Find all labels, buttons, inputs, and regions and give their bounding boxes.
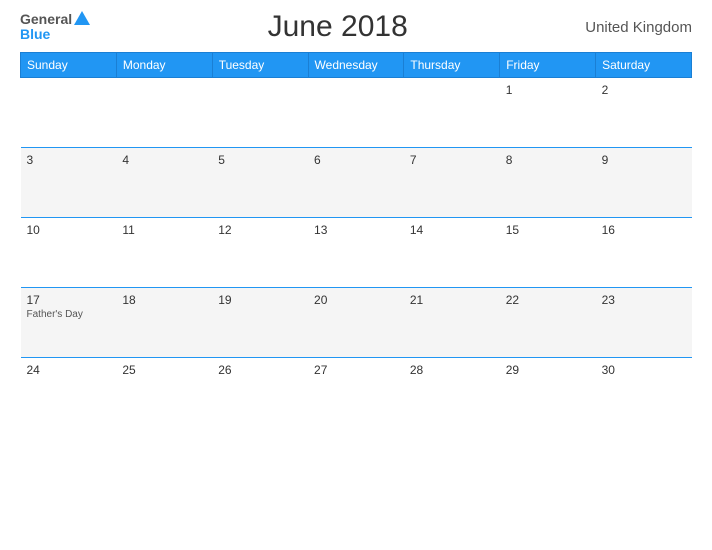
day-number: 14 (410, 223, 494, 237)
day-number: 29 (506, 363, 590, 377)
day-of-week-header: Saturday (596, 53, 692, 78)
day-of-week-header: Thursday (404, 53, 500, 78)
calendar-cell: 18 (116, 288, 212, 358)
calendar-cell: 17 Father's Day (21, 288, 117, 358)
day-number: 12 (218, 223, 302, 237)
calendar-cell: 6 (308, 148, 404, 218)
day-number: 27 (314, 363, 398, 377)
day-number: 18 (122, 293, 206, 307)
calendar-cell (212, 78, 308, 148)
day-number: 24 (27, 363, 111, 377)
calendar-table: SundayMondayTuesdayWednesdayThursdayFrid… (20, 52, 692, 428)
calendar-week-row: 24 25 26 27 28 29 30 (21, 358, 692, 428)
calendar-cell (116, 78, 212, 148)
calendar-cell: 12 (212, 218, 308, 288)
day-number: 15 (506, 223, 590, 237)
day-of-week-header: Wednesday (308, 53, 404, 78)
day-number: 28 (410, 363, 494, 377)
calendar-week-row: 17 Father's Day 18 19 20 21 22 23 (21, 288, 692, 358)
country-label: United Kingdom (585, 19, 692, 36)
calendar-cell: 22 (500, 288, 596, 358)
day-of-week-header: Tuesday (212, 53, 308, 78)
calendar-week-row: 3456789 (21, 148, 692, 218)
calendar-week-row: 10 11 12 13 14 15 16 (21, 218, 692, 288)
calendar-cell: 19 (212, 288, 308, 358)
calendar-header-row: SundayMondayTuesdayWednesdayThursdayFrid… (21, 53, 692, 78)
logo: General Blue (20, 11, 90, 42)
calendar-cell: 13 (308, 218, 404, 288)
day-number: 13 (314, 223, 398, 237)
day-number: 4 (122, 153, 206, 167)
calendar-cell: 1 (500, 78, 596, 148)
day-number: 21 (410, 293, 494, 307)
day-of-week-header: Sunday (21, 53, 117, 78)
day-number: 26 (218, 363, 302, 377)
calendar-cell: 21 (404, 288, 500, 358)
logo-blue-text: Blue (20, 27, 50, 42)
calendar-cell: 16 (596, 218, 692, 288)
calendar-cell: 10 (21, 218, 117, 288)
holiday-label: Father's Day (27, 309, 111, 320)
calendar-cell: 2 (596, 78, 692, 148)
day-number: 1 (506, 83, 590, 97)
day-number: 22 (506, 293, 590, 307)
calendar-cell (308, 78, 404, 148)
calendar-cell: 7 (404, 148, 500, 218)
calendar-header: General Blue June 2018 United Kingdom (20, 10, 692, 44)
calendar-cell: 4 (116, 148, 212, 218)
logo-general-text: General (20, 12, 72, 27)
day-number: 5 (218, 153, 302, 167)
day-number: 20 (314, 293, 398, 307)
calendar-week-row: 12 (21, 78, 692, 148)
calendar-cell: 23 (596, 288, 692, 358)
calendar-cell: 3 (21, 148, 117, 218)
day-number: 10 (27, 223, 111, 237)
day-number: 8 (506, 153, 590, 167)
day-number: 23 (602, 293, 686, 307)
calendar-title: June 2018 (268, 10, 408, 44)
calendar-cell: 8 (500, 148, 596, 218)
day-number: 16 (602, 223, 686, 237)
calendar-cell (404, 78, 500, 148)
calendar-cell: 24 (21, 358, 117, 428)
calendar-cell: 30 (596, 358, 692, 428)
day-number: 3 (27, 153, 111, 167)
calendar-cell: 26 (212, 358, 308, 428)
day-number: 11 (122, 223, 206, 237)
calendar-cell (21, 78, 117, 148)
calendar-cell: 20 (308, 288, 404, 358)
calendar-body: 1234567891011121314151617Father's Day181… (21, 78, 692, 428)
day-number: 9 (602, 153, 686, 167)
day-number: 6 (314, 153, 398, 167)
calendar-cell: 25 (116, 358, 212, 428)
calendar-cell: 28 (404, 358, 500, 428)
calendar-cell: 27 (308, 358, 404, 428)
calendar-cell: 29 (500, 358, 596, 428)
day-number: 19 (218, 293, 302, 307)
calendar-cell: 14 (404, 218, 500, 288)
day-of-week-header: Monday (116, 53, 212, 78)
day-number: 25 (122, 363, 206, 377)
day-number: 17 (27, 293, 111, 307)
calendar-cell: 11 (116, 218, 212, 288)
calendar-cell: 9 (596, 148, 692, 218)
calendar-cell: 15 (500, 218, 596, 288)
day-number: 2 (602, 83, 686, 97)
day-number: 7 (410, 153, 494, 167)
day-of-week-header: Friday (500, 53, 596, 78)
logo-triangle-icon (74, 11, 90, 25)
calendar-cell: 5 (212, 148, 308, 218)
day-number: 30 (602, 363, 686, 377)
